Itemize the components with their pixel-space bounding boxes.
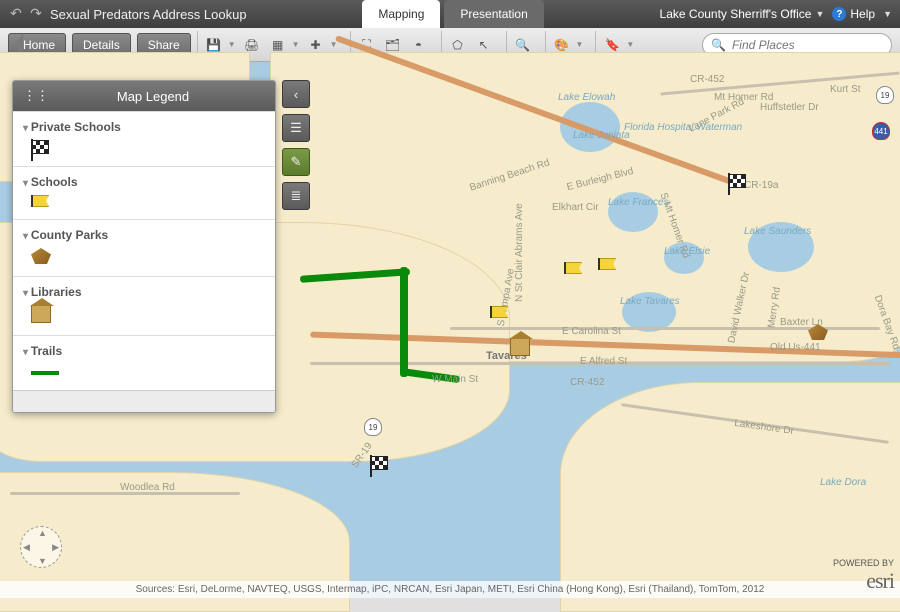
edit-button[interactable]: ✎	[282, 148, 310, 176]
help-dropdown[interactable]: ? Help ▼	[832, 7, 892, 21]
legend-header[interactable]: ⋮⋮ Map Legend	[13, 81, 275, 111]
collapse-legend-button[interactable]: ‹	[282, 80, 310, 108]
lake-label: Lake Elowah	[558, 92, 615, 103]
hwy-shield: 19	[364, 418, 382, 436]
esri-powered: POWERED BY	[833, 558, 894, 568]
legend-section-county-parks[interactable]: County Parks	[13, 219, 275, 276]
lake-label: Lake Tavares	[620, 296, 680, 307]
top-right: Lake County Sherriff's Office ▼ ? Help ▼	[660, 7, 892, 21]
legend-swatch	[23, 140, 265, 154]
marker-private-school[interactable]	[370, 456, 392, 478]
legend-section-label: Libraries	[23, 285, 265, 299]
tab-mapping-label: Mapping	[378, 7, 424, 21]
pan-control[interactable]: ▲ ▼ ▶ ◀	[20, 526, 62, 568]
chevron-down-icon: ▼	[576, 40, 584, 49]
title-bar: ↶ ↷ Sexual Predators Address Lookup Mapp…	[0, 0, 900, 28]
help-label: Help	[850, 7, 875, 21]
marker-county-park[interactable]	[808, 324, 830, 346]
chevron-down-icon: ▼	[883, 9, 892, 19]
road-label: Elkhart Cir	[552, 202, 599, 213]
road-label: E Carolina St	[562, 326, 621, 337]
lake-label: Lake Dora	[820, 477, 866, 488]
chevron-down-icon: ▼	[228, 40, 236, 49]
legend-swatch	[23, 364, 265, 378]
app-tabs: Mapping Presentation	[247, 0, 660, 28]
pan-west-icon: ◀	[23, 542, 30, 553]
tab-presentation[interactable]: Presentation	[444, 0, 543, 28]
legend-section-trails[interactable]: Trails	[13, 335, 275, 390]
search-input[interactable]	[732, 38, 883, 52]
chevron-down-icon: ▼	[292, 40, 300, 49]
esri-brand: esri	[833, 568, 894, 594]
help-icon: ?	[832, 7, 846, 21]
legend-section-label: Private Schools	[23, 120, 265, 134]
chevron-down-icon: ▼	[626, 40, 634, 49]
marker-school[interactable]	[564, 262, 586, 284]
pan-south-icon: ▼	[38, 556, 47, 566]
road-label: CR-452	[570, 377, 604, 388]
road-label: Huffstetler Dr	[760, 102, 819, 113]
hwy-shield: 19	[876, 86, 894, 104]
poi-hospital: Florida Hospital Waterman	[624, 122, 684, 133]
legend-section-label: County Parks	[23, 228, 265, 242]
history-nav: ↶ ↷	[8, 6, 44, 22]
road-label: N St Clair Abrams Ave	[514, 203, 525, 302]
pan-north-icon: ▲	[38, 528, 47, 538]
marker-school[interactable]	[490, 306, 512, 328]
marker-private-school[interactable]	[728, 174, 750, 196]
legend-drag-icon: ⋮⋮	[23, 88, 41, 104]
org-name: Lake County Sherriff's Office	[660, 7, 812, 21]
legend-section-libraries[interactable]: Libraries	[13, 276, 275, 335]
search-icon: 🔍	[711, 38, 726, 52]
legend-button[interactable]: ≣	[282, 182, 310, 210]
tab-mapping[interactable]: Mapping	[362, 0, 440, 28]
road-label: W Main St	[432, 374, 478, 385]
road-label: CR-452	[690, 74, 724, 85]
hwy-shield: 441	[872, 122, 890, 140]
chevron-down-icon: ▼	[815, 9, 824, 19]
legend-section-schools[interactable]: Schools	[13, 166, 275, 219]
legend-section-private-schools[interactable]: Private Schools	[13, 111, 275, 166]
legend-title: Map Legend	[41, 89, 265, 104]
legend-swatch	[23, 305, 265, 323]
lake-label: Lake Juniata	[573, 130, 630, 141]
legend-swatch	[23, 248, 265, 264]
road-label: Mt Homer Rd	[714, 92, 773, 103]
legend-section-label: Trails	[23, 344, 265, 358]
trail-line	[400, 267, 408, 377]
map-canvas[interactable]: Tavares Lake Elowah Lake Juniata Lake Fr…	[0, 62, 900, 598]
road-label: E Alfred St	[580, 356, 627, 367]
marker-school[interactable]	[598, 258, 620, 280]
contents-button[interactable]: ☰	[282, 114, 310, 142]
legend-section-label: Schools	[23, 175, 265, 189]
esri-logo: POWERED BY esri	[833, 558, 894, 594]
pan-east-icon: ▶	[52, 542, 59, 553]
org-dropdown[interactable]: Lake County Sherriff's Office ▼	[660, 7, 825, 21]
tab-presentation-label: Presentation	[460, 7, 527, 21]
forward-history-icon[interactable]: ↷	[28, 6, 44, 22]
app-title: Sexual Predators Address Lookup	[50, 7, 247, 22]
marker-library[interactable]	[510, 338, 532, 360]
attribution-text: Sources: Esri, DeLorme, NAVTEQ, USGS, In…	[0, 581, 900, 598]
legend-panel: ⋮⋮ Map Legend Private Schools Schools Co…	[12, 80, 276, 413]
legend-swatch	[23, 195, 265, 207]
back-history-icon[interactable]: ↶	[8, 6, 24, 22]
map-side-rail: ‹ ☰ ✎ ≣	[282, 80, 310, 210]
road-label: Woodlea Rd	[120, 482, 175, 493]
road-label: Kurt St	[830, 84, 861, 95]
legend-footer	[13, 390, 275, 412]
lake-label: Lake Saunders	[744, 226, 811, 237]
